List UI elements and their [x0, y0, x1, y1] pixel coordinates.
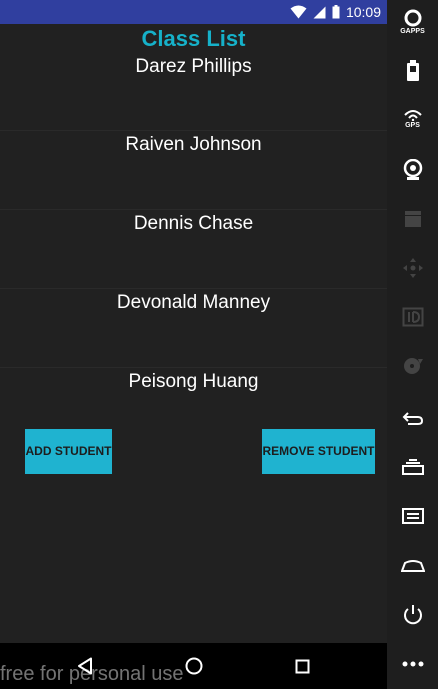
- more-dots-icon: [402, 661, 423, 667]
- camera-button[interactable]: [387, 150, 438, 190]
- emu-home-button[interactable]: [387, 546, 438, 586]
- gapps-icon: [404, 9, 421, 27]
- student-name: Raiven Johnson: [125, 134, 262, 155]
- page-title: Class List: [141, 26, 246, 51]
- disk-icon: [403, 358, 423, 374]
- student-name: Peisong Huang: [128, 371, 259, 392]
- battery-icon: [406, 60, 419, 81]
- emulator-sidebar: GAPPS GPS: [387, 0, 438, 689]
- gps-label: GPS: [405, 122, 420, 129]
- device-id-button[interactable]: [387, 297, 438, 337]
- webcam-icon: [403, 159, 422, 180]
- home-button[interactable]: [182, 654, 206, 678]
- signal-icon: [313, 6, 326, 18]
- status-bar: 10:09: [0, 0, 387, 24]
- status-icons: 10:09: [290, 0, 381, 24]
- gapps-label: GAPPS: [400, 28, 425, 35]
- list-item[interactable]: Raiven Johnson: [0, 131, 387, 210]
- remove-student-button[interactable]: REMOVE STUDENT: [262, 429, 375, 474]
- battery-button[interactable]: [387, 51, 438, 91]
- emu-recent-apps-button[interactable]: [387, 447, 438, 487]
- recent-apps-icon: [401, 459, 424, 475]
- add-student-button[interactable]: ADD STUDENT: [25, 429, 112, 474]
- home-icon: [400, 560, 425, 572]
- gps-signal-icon: [403, 110, 422, 121]
- emu-menu-button[interactable]: [387, 496, 438, 536]
- back-arrow-icon: [402, 412, 423, 425]
- disk-button[interactable]: [387, 346, 438, 386]
- gapps-button[interactable]: GAPPS: [387, 2, 438, 42]
- screen-record-button[interactable]: [387, 199, 438, 239]
- home-circle-icon: [185, 657, 203, 675]
- status-time: 10:09: [345, 4, 381, 20]
- clapperboard-icon: [404, 211, 421, 227]
- watermark: free for personal use: [0, 663, 184, 685]
- dpad-button[interactable]: [387, 248, 438, 288]
- student-name: Dennis Chase: [133, 213, 254, 234]
- emu-power-button[interactable]: [387, 595, 438, 635]
- list-item[interactable]: Dennis Chase: [0, 210, 387, 289]
- wifi-icon: [290, 5, 307, 19]
- recent-apps-button[interactable]: [290, 654, 314, 678]
- power-icon: [403, 605, 422, 625]
- emu-back-button[interactable]: [387, 398, 438, 438]
- menu-icon: [401, 508, 424, 524]
- list-item[interactable]: Darez Phillips: [0, 52, 387, 131]
- student-list: Darez Phillips Raiven Johnson Dennis Cha…: [0, 52, 387, 447]
- gps-button[interactable]: GPS: [387, 99, 438, 139]
- battery-icon: [332, 5, 340, 19]
- id-card-icon: [402, 307, 423, 327]
- list-item[interactable]: Devonald Manney: [0, 289, 387, 368]
- student-name: Devonald Manney: [116, 292, 271, 313]
- student-name: Darez Phillips: [135, 56, 252, 77]
- emu-more-button[interactable]: [387, 644, 438, 684]
- app-screen: 10:09 Class List Darez Phillips Raiven J…: [0, 0, 387, 689]
- recent-square-icon: [295, 659, 309, 673]
- dpad-icon: [402, 258, 423, 278]
